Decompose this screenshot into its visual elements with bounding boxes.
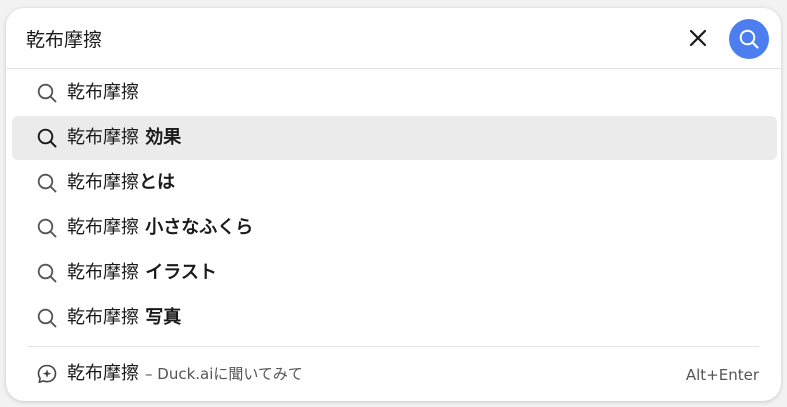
suggestion-item[interactable]: 乾布摩擦とは bbox=[12, 161, 777, 205]
ai-label: – Duck.aiに聞いてみて bbox=[145, 365, 303, 383]
search-icon bbox=[37, 173, 57, 193]
search-icon bbox=[37, 83, 57, 103]
suggestion-item[interactable]: 乾布摩擦 効果 bbox=[12, 116, 777, 160]
suggestion-text: 乾布摩擦 効果 bbox=[67, 127, 182, 148]
search-icon bbox=[37, 263, 57, 283]
divider bbox=[28, 346, 759, 347]
suggestion-item[interactable]: 乾布摩擦 小さなふくら bbox=[12, 206, 777, 250]
suggestion-text: 乾布摩擦とは bbox=[67, 172, 175, 193]
suggestion-text: 乾布摩擦 イラスト bbox=[67, 262, 217, 283]
search-icon bbox=[739, 29, 759, 49]
suggestion-item[interactable]: 乾布摩擦 bbox=[12, 71, 777, 115]
suggestion-item[interactable]: 乾布摩擦 写真 bbox=[12, 296, 777, 340]
search-submit-button[interactable] bbox=[729, 19, 769, 59]
suggestion-text: 乾布摩擦 bbox=[67, 82, 139, 103]
suggestion-text: 乾布摩擦 小さなふくら bbox=[67, 217, 254, 238]
search-bar bbox=[6, 8, 781, 69]
clear-button[interactable] bbox=[686, 26, 710, 50]
search-icon bbox=[37, 218, 57, 238]
suggestion-item[interactable]: 乾布摩擦 イラスト bbox=[12, 251, 777, 295]
close-icon bbox=[689, 29, 707, 47]
search-icon bbox=[37, 308, 57, 328]
ai-query-text: 乾布摩擦 – Duck.aiに聞いてみて bbox=[67, 363, 303, 384]
suggestion-list: 乾布摩擦 乾布摩擦 効果 乾布摩擦とは 乾布摩擦 小さなふくら 乾布摩擦 イラス… bbox=[12, 71, 777, 341]
search-icon bbox=[37, 128, 57, 148]
keyboard-shortcut: Alt+Enter bbox=[685, 366, 759, 384]
search-suggestions-panel: 乾布摩擦 乾布摩擦 効果 乾布摩擦とは 乾布摩擦 小さなふくら bbox=[6, 8, 781, 401]
search-input[interactable] bbox=[26, 20, 646, 56]
duck-ai-chat-icon bbox=[37, 364, 57, 383]
suggestion-text: 乾布摩擦 写真 bbox=[67, 307, 182, 328]
ask-duck-ai-item[interactable]: 乾布摩擦 – Duck.aiに聞いてみて Alt+Enter bbox=[12, 352, 777, 396]
